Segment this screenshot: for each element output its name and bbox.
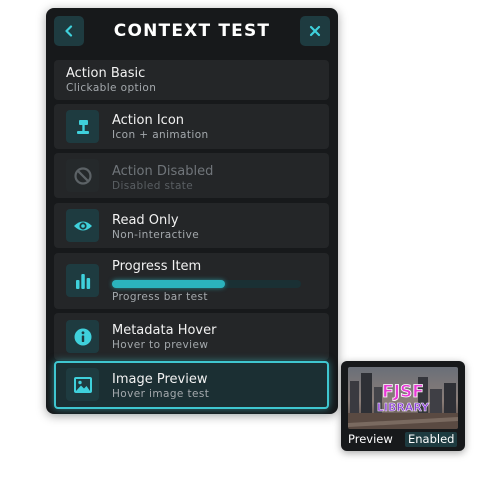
menu-item-label: Action Icon [112,113,185,128]
progress-bar [112,280,301,288]
menu-item-icon-box [66,110,99,143]
preview-caption: Preview [348,432,393,446]
menu-item-description: Non-interactive [112,229,200,241]
menu-item-label: Action Disabled [112,164,214,179]
menu-item-description: Icon + animation [112,129,209,141]
ban-icon [73,166,92,185]
preview-status-badge: Enabled [405,432,458,447]
menu-item-image-preview[interactable]: Image Preview Hover image test [54,361,329,409]
context-menu: CONTEXT TEST Action Basic Clickable opti… [46,8,338,414]
gavel-icon [76,119,89,134]
menu-item-action-basic[interactable]: Action Basic Clickable option [54,60,329,100]
menu-item-label: Metadata Hover [112,323,217,338]
progress-bar-fill [112,280,226,288]
menu-item-progress[interactable]: Progress Item Progress bar test [54,253,329,309]
menu-item-description: Hover to preview [112,339,209,351]
city-library-image: FJSF LIBRARY [348,367,458,429]
menu-item-icon-box [66,159,99,192]
menu-item-description: Clickable option [66,82,157,94]
close-icon [309,25,321,37]
menu-item-icon-box [66,320,99,353]
menu-item-icon-box [66,264,99,297]
preview-logo-line1: FJSF [382,382,424,402]
menu-item-action-disabled: Action Disabled Disabled state [54,153,329,198]
menu-item-description: Progress bar test [112,291,208,303]
menu-item-icon-box [66,209,99,242]
menu-item-label: Progress Item [112,259,202,274]
menu-item-description: Hover image test [112,388,210,400]
menu-item-description: Disabled state [112,180,194,192]
image-icon [73,376,92,393]
menu-item-metadata-hover[interactable]: Metadata Hover Hover to preview [54,313,329,360]
close-button[interactable] [300,16,330,46]
preview-image: FJSF LIBRARY [348,367,458,429]
info-icon [74,328,91,345]
menu-item-label: Read Only [112,213,179,228]
menu-title: CONTEXT TEST [113,21,271,41]
menu-item-read-only: Read Only Non-interactive [54,203,329,248]
menu-item-label: Image Preview [112,372,208,387]
menu-item-icon-box [66,368,99,401]
bar-chart-icon [75,273,90,289]
menu-item-action-icon[interactable]: Action Icon Icon + animation [54,104,329,149]
menu-item-label: Action Basic [66,66,146,81]
menu-header: CONTEXT TEST [46,8,338,56]
image-preview-tooltip: FJSF LIBRARY Preview Enabled [341,361,465,451]
eye-icon [73,221,92,230]
back-button[interactable] [54,16,84,46]
preview-logo-line2: LIBRARY [377,401,430,414]
chevron-left-icon [65,25,73,37]
